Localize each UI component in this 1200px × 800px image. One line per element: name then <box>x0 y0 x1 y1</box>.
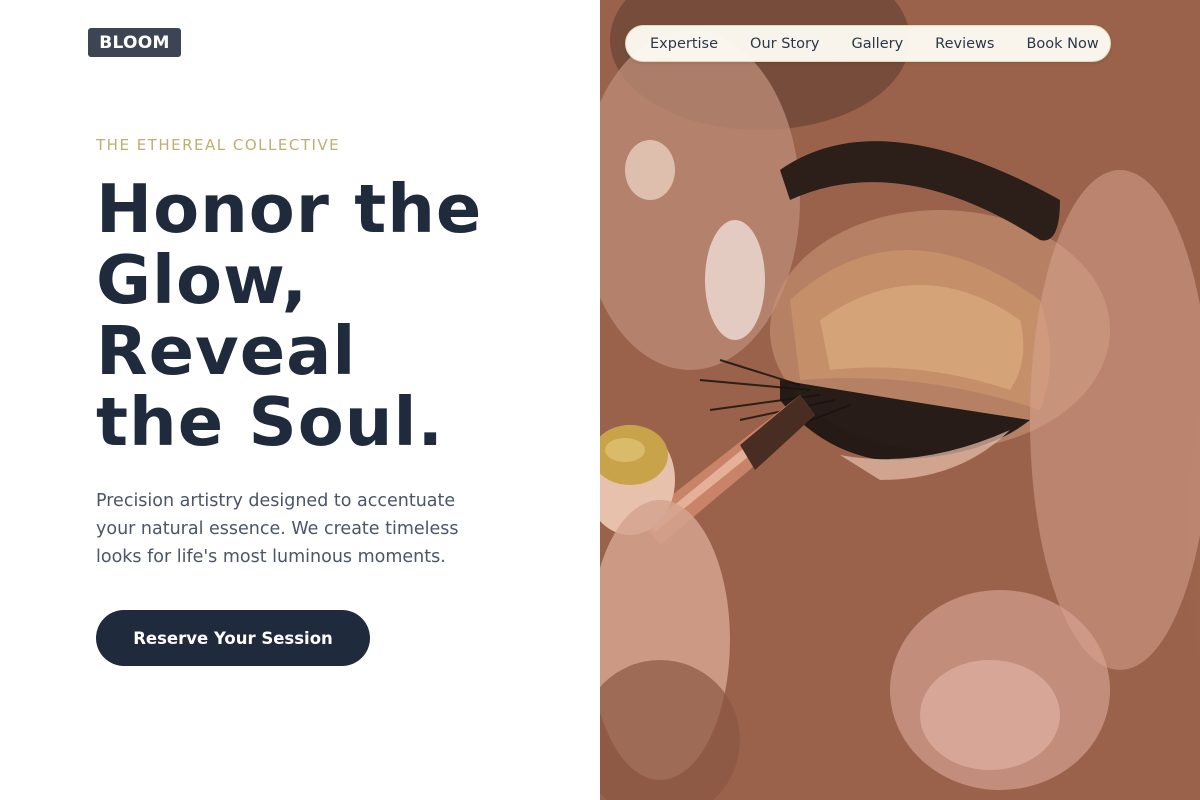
nav-item-our-story[interactable]: Our Story <box>750 36 819 52</box>
hero-description: Precision artistry designed to accentuat… <box>96 487 496 571</box>
hero-eyebrow: THE ETHEREAL COLLECTIVE <box>96 136 341 154</box>
main-nav: Expertise Our Story Gallery Reviews Book… <box>625 25 1111 62</box>
description-line: Precision artistry designed to accentuat… <box>96 491 456 511</box>
eye-makeup-photo <box>600 0 1200 800</box>
headline-line: Reveal <box>96 312 357 390</box>
headline-line: Honor the <box>96 170 483 248</box>
brand-logo[interactable]: BLOOM <box>88 28 181 57</box>
hero-headline: Honor the Glow, Reveal the Soul. <box>96 174 576 458</box>
nav-item-gallery[interactable]: Gallery <box>852 36 904 52</box>
hero-text-panel: BLOOM THE ETHEREAL COLLECTIVE Honor the … <box>0 0 600 800</box>
description-line: your natural essence. We create timeless <box>96 519 459 539</box>
nav-item-book-now[interactable]: Book Now <box>1026 36 1098 52</box>
headline-line: the Soul. <box>96 383 444 461</box>
description-line: looks for life's most luminous moments. <box>96 547 446 567</box>
hero-image: revereaward <box>600 0 1200 800</box>
nav-item-reviews[interactable]: Reviews <box>935 36 994 52</box>
nav-item-expertise[interactable]: Expertise <box>650 36 718 52</box>
headline-line: Glow, <box>96 241 309 319</box>
reserve-session-button[interactable]: Reserve Your Session <box>96 610 370 666</box>
